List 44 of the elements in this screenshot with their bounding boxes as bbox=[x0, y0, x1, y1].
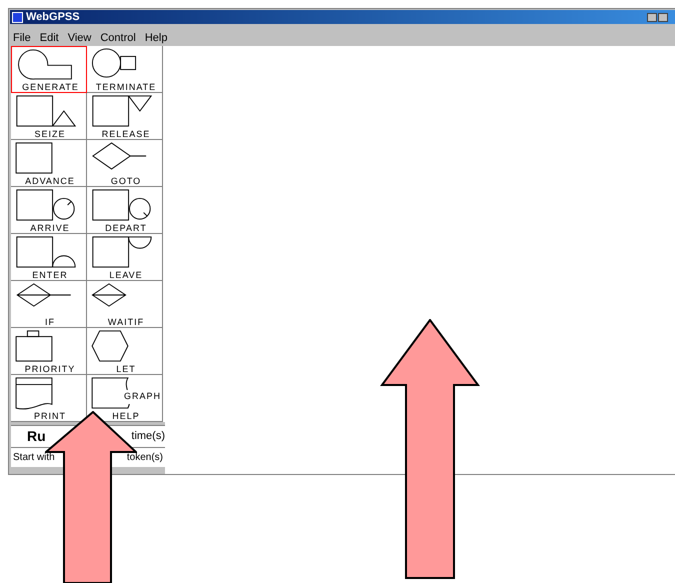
arrive-block-icon bbox=[14, 189, 77, 221]
arrow-overlay-icon bbox=[380, 319, 480, 579]
maximize-button[interactable] bbox=[658, 12, 668, 22]
depart-block-icon bbox=[90, 189, 153, 221]
block-tool[interactable]: LEAVE bbox=[87, 234, 163, 281]
menu-item[interactable]: Control bbox=[100, 30, 136, 46]
block-tool[interactable]: PRINT bbox=[11, 375, 87, 422]
graph-label: GRAPH bbox=[124, 390, 161, 404]
block-tool[interactable]: WAITIF bbox=[87, 281, 163, 328]
if-block-icon bbox=[14, 283, 74, 307]
block-tool[interactable]: GOTO bbox=[87, 140, 163, 187]
block-tool[interactable]: GENERATE bbox=[11, 46, 87, 93]
window-title: WebGPSS bbox=[26, 12, 80, 22]
token-label: token(s) bbox=[126, 451, 163, 465]
block-tool[interactable]: ADVANCE bbox=[11, 140, 87, 187]
goto-block-icon bbox=[90, 142, 149, 170]
block-tool[interactable]: PRIORITY bbox=[11, 328, 87, 375]
menu-item[interactable]: File bbox=[13, 30, 31, 46]
leave-block-icon bbox=[90, 236, 154, 268]
block-tool[interactable]: ENTER bbox=[11, 234, 87, 281]
minimize-button[interactable] bbox=[647, 12, 657, 22]
block-tool[interactable]: RELEASE bbox=[87, 93, 163, 140]
block-tool[interactable]: TERMINATE bbox=[87, 46, 163, 93]
priority-block-icon bbox=[14, 330, 54, 362]
app-icon bbox=[12, 12, 23, 22]
terminate-block-icon bbox=[90, 48, 138, 78]
waitif-block-icon bbox=[90, 283, 128, 307]
enter-block-icon bbox=[14, 236, 78, 268]
times-label: time(s) bbox=[130, 429, 165, 444]
menu-item[interactable]: Help bbox=[144, 30, 168, 46]
menu-item[interactable]: View bbox=[68, 30, 92, 46]
block-tool[interactable]: LET bbox=[87, 328, 163, 375]
print-block-icon bbox=[14, 377, 54, 410]
block-tool[interactable]: IF bbox=[11, 281, 87, 328]
block-tool[interactable]: ARRIVE bbox=[11, 187, 87, 234]
start-label: Start with bbox=[12, 451, 55, 465]
release-block-icon bbox=[90, 95, 154, 127]
block-tool[interactable]: SEIZE bbox=[11, 93, 87, 140]
generate-block-icon bbox=[15, 49, 75, 80]
menu-item[interactable]: Edit bbox=[40, 30, 59, 46]
let-block-icon bbox=[90, 330, 130, 362]
advance-block-icon bbox=[14, 142, 54, 174]
block-tool[interactable]: DEPART bbox=[87, 187, 163, 234]
seize-block-icon bbox=[14, 95, 78, 127]
